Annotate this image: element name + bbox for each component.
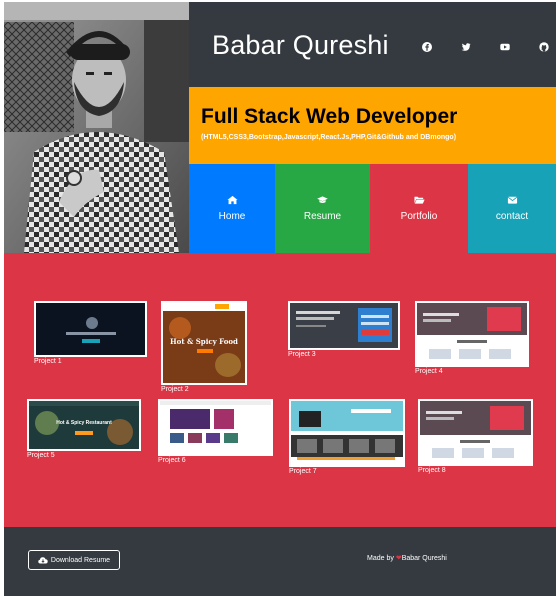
site-name: Babar Qureshi: [212, 30, 389, 60]
project-card[interactable]: Hot & Spicy Restaurant Project 5: [27, 399, 141, 459]
project-card[interactable]: Project 4: [415, 301, 529, 375]
project-thumbnail-text: Hot & Spicy Food: [170, 337, 238, 346]
facebook-icon[interactable]: [407, 40, 446, 54]
download-resume-button[interactable]: Download Resume: [28, 550, 120, 570]
project-label: Project 2: [161, 386, 189, 393]
nav-portfolio-button[interactable]: Portfolio: [370, 164, 468, 253]
title-banner: Full Stack Web Developer (HTML5,CSS3,Boo…: [189, 87, 556, 164]
project-card[interactable]: Project 8: [418, 399, 533, 474]
nav-contact-button[interactable]: contact: [468, 164, 556, 253]
job-title: Full Stack Web Developer: [201, 105, 458, 128]
home-icon: [226, 195, 238, 205]
graduation-cap-icon: [317, 196, 328, 204]
project-thumbnail[interactable]: [158, 399, 273, 456]
made-by-prefix: Made by: [367, 555, 394, 562]
project-thumbnail-text: Hot & Spicy Restaurant: [56, 420, 112, 426]
project-thumbnail[interactable]: [34, 301, 147, 357]
portfolio-section: Project 1 Hot & Spicy Food Project 2 Pro…: [4, 253, 556, 527]
project-label: Project 4: [415, 368, 443, 375]
skills-list: (HTML5,CSS3,Bootstrap,Javascript,React.J…: [201, 134, 457, 141]
project-label: Project 8: [418, 467, 446, 474]
nav-home-label: Home: [218, 211, 246, 222]
project-label: Project 7: [289, 468, 317, 475]
nav-resume-label: Resume: [303, 211, 342, 222]
twitter-icon[interactable]: [446, 40, 485, 54]
project-thumbnail[interactable]: [289, 399, 405, 467]
project-card[interactable]: Project 3: [288, 301, 400, 358]
main-nav: Home Resume Portfolio contact: [189, 164, 556, 253]
project-card[interactable]: Project 7: [289, 399, 405, 475]
project-thumbnail[interactable]: [415, 301, 529, 367]
download-resume-label: Download Resume: [50, 556, 111, 564]
header-bar: Babar Qureshi: [189, 2, 556, 87]
project-thumbnail[interactable]: [288, 301, 400, 350]
profile-photo: [4, 2, 189, 253]
project-label: Project 6: [158, 457, 186, 464]
made-by-name: Babar Qureshi: [401, 555, 447, 562]
nav-home-button[interactable]: Home: [189, 164, 275, 253]
nav-portfolio-label: Portfolio: [400, 211, 438, 222]
nav-contact-label: contact: [495, 211, 529, 222]
project-card[interactable]: Project 1: [34, 301, 147, 365]
folder-open-icon: [413, 196, 425, 204]
envelope-icon: [507, 196, 517, 204]
social-links: [407, 40, 560, 54]
project-thumbnail[interactable]: [418, 399, 533, 466]
project-card[interactable]: Project 6: [158, 399, 273, 464]
made-by: Made by ❤Babar Qureshi: [367, 554, 447, 562]
project-label: Project 3: [288, 351, 316, 358]
project-label: Project 5: [27, 452, 55, 459]
profile-photo-image: [4, 2, 189, 253]
cloud-download-icon: [38, 557, 48, 564]
project-label: Project 1: [34, 358, 62, 365]
project-card[interactable]: Hot & Spicy Food Project 2: [161, 301, 247, 393]
footer: Download Resume Made by ❤Babar Qureshi: [4, 527, 556, 596]
nav-resume-button[interactable]: Resume: [275, 164, 370, 253]
page-frame: Babar Qureshi Full Stack Web Developer (…: [4, 2, 556, 596]
github-icon[interactable]: [524, 40, 560, 54]
project-thumbnail[interactable]: Hot & Spicy Restaurant: [27, 399, 141, 451]
project-thumbnail[interactable]: Hot & Spicy Food: [161, 301, 247, 385]
youtube-icon[interactable]: [485, 40, 524, 54]
